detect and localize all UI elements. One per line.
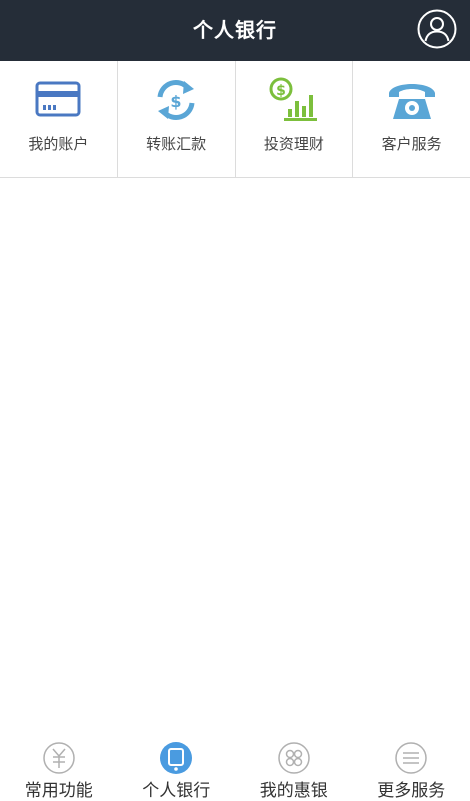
grid-item-investment[interactable]: $ 投资理财 — [236, 61, 354, 177]
tab-label: 我的惠银 — [235, 776, 353, 801]
investment-chart-icon: $ — [266, 75, 322, 125]
svg-text:$: $ — [171, 92, 182, 111]
grid-label: 转账汇款 — [118, 133, 235, 154]
profile-button[interactable] — [417, 9, 457, 49]
transfer-icon: $ — [148, 75, 204, 125]
grid-label: 我的账户 — [0, 133, 117, 154]
menu-lines-icon — [394, 741, 428, 775]
user-profile-icon — [417, 9, 457, 49]
tab-more-services[interactable]: 更多服务 — [353, 736, 470, 800]
grid-label: 客户服务 — [353, 133, 470, 154]
svg-text:$: $ — [276, 83, 286, 99]
grid-item-my-account[interactable]: 我的账户 — [0, 61, 118, 177]
grid-circle-icon — [277, 741, 311, 775]
app-header: 个人银行 — [0, 0, 470, 61]
tab-common-functions[interactable]: 常用功能 — [0, 736, 118, 800]
tab-my-benefits[interactable]: 我的惠银 — [235, 736, 353, 800]
grid-label: 投资理财 — [236, 133, 353, 154]
grid-item-transfer[interactable]: $ 转账汇款 — [118, 61, 236, 177]
telephone-icon — [384, 75, 440, 125]
bank-card-icon — [30, 75, 86, 125]
tab-label: 更多服务 — [353, 776, 470, 801]
yen-circle-icon — [42, 741, 76, 775]
tab-personal-banking[interactable]: 个人银行 — [118, 736, 236, 800]
bottom-tab-bar: 常用功能 个人银行 我的惠银 更多服务 — [0, 736, 470, 800]
grid-item-customer-service[interactable]: 客户服务 — [353, 61, 470, 177]
tablet-icon — [159, 741, 193, 775]
feature-grid: 我的账户 $ 转账汇款 $ 投资理财 客户服务 — [0, 61, 470, 178]
tab-label: 个人银行 — [118, 776, 236, 801]
tab-label: 常用功能 — [0, 776, 118, 801]
page-title: 个人银行 — [0, 0, 470, 61]
